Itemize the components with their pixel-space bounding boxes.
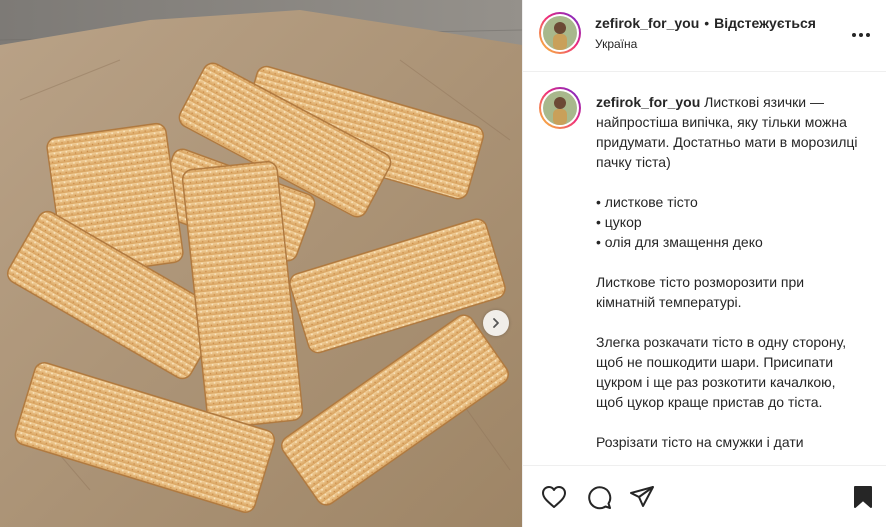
ingredient-item: • листкове тісто <box>596 194 698 210</box>
share-button[interactable] <box>628 483 656 511</box>
caption-avatar[interactable] <box>539 87 581 129</box>
comment-button[interactable] <box>585 483 613 511</box>
author-username[interactable]: zefirok_for_you <box>595 15 699 31</box>
author-avatar[interactable] <box>539 12 581 54</box>
share-icon <box>630 486 654 507</box>
bookmark-icon <box>854 486 872 508</box>
post-side-panel: zefirok_for_you • Відстежується Україна ze… <box>522 0 886 527</box>
ingredient-item: • олія для змащення деко <box>596 234 763 250</box>
caption-username[interactable]: zefirok_for_you <box>596 94 700 110</box>
heart-icon <box>542 486 566 508</box>
next-photo-button[interactable] <box>483 310 509 336</box>
following-button[interactable]: Відстежується <box>714 15 816 31</box>
separator-dot: • <box>704 15 710 31</box>
more-options-icon <box>852 33 870 37</box>
post-media[interactable] <box>0 0 522 527</box>
caption-text: zefirok_for_you Листкові язички — найпро… <box>596 92 866 452</box>
user-avatar-icon <box>543 91 577 125</box>
chevron-right-icon <box>493 318 499 328</box>
recipe-step: Розрізати тісто на смужки і дати <box>596 434 804 450</box>
user-avatar-icon <box>543 16 577 50</box>
comment-icon <box>588 486 612 510</box>
post-location[interactable]: Україна <box>595 37 637 51</box>
like-button[interactable] <box>540 483 568 511</box>
ingredient-item: • цукор <box>596 214 642 230</box>
recipe-step: Злегка розкачати тісто в одну сторону, щ… <box>596 334 847 410</box>
post-header: zefirok_for_you • Відстежується Україна <box>523 0 886 72</box>
caption-area[interactable]: zefirok_for_you Листкові язички — найпро… <box>523 73 886 465</box>
pastry-photo <box>0 0 522 527</box>
recipe-step: Листкове тісто розморозити при кімнатній… <box>596 274 805 310</box>
more-options-button[interactable] <box>849 23 873 47</box>
post-actions-bar <box>523 465 886 527</box>
save-button[interactable] <box>849 483 877 511</box>
